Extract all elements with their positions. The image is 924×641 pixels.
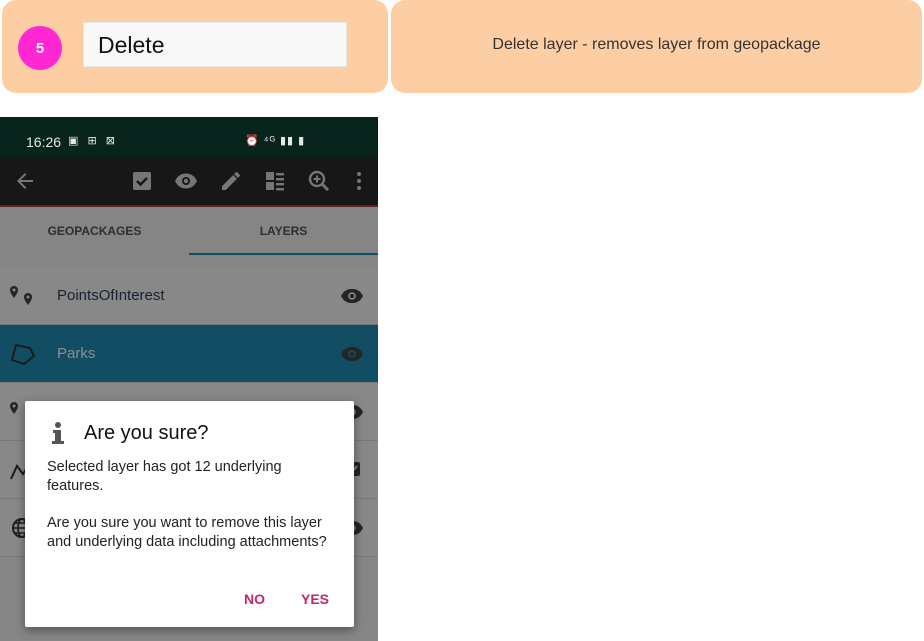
no-button[interactable]: NO — [244, 591, 265, 607]
step-description: Delete layer - removes layer from geopac… — [492, 36, 821, 53]
info-icon — [52, 422, 64, 444]
dialog-message-confirm: Are you sure you want to remove this lay… — [47, 515, 327, 550]
system-status-icons: ⏰ ⁴ᴳ ▮▮ ▮ — [245, 135, 306, 147]
confirm-delete-dialog: Are you sure? Selected layer has got 12 … — [25, 401, 354, 627]
step-title: Delete — [83, 22, 347, 67]
dialog-title: Are you sure? — [84, 422, 209, 444]
status-bar: 16:26 ▣ ⊞ ⊠ ⏰ ⁴ᴳ ▮▮ ▮ — [0, 117, 378, 157]
dialog-message-feature-count: Selected layer has got 12 underlying fea… — [47, 459, 282, 494]
yes-button[interactable]: YES — [301, 591, 329, 607]
step-description-card: Delete layer - removes layer from geopac… — [391, 0, 922, 93]
notification-icons: ▣ ⊞ ⊠ — [68, 135, 118, 147]
step-number-badge: 5 — [18, 26, 62, 70]
phone-screen: 16:26 ▣ ⊞ ⊠ ⏰ ⁴ᴳ ▮▮ ▮ GEOPACKAGES LAYERS… — [0, 117, 378, 641]
step-card: 5 Delete — [2, 0, 388, 93]
status-time: 16:26 — [26, 134, 62, 150]
